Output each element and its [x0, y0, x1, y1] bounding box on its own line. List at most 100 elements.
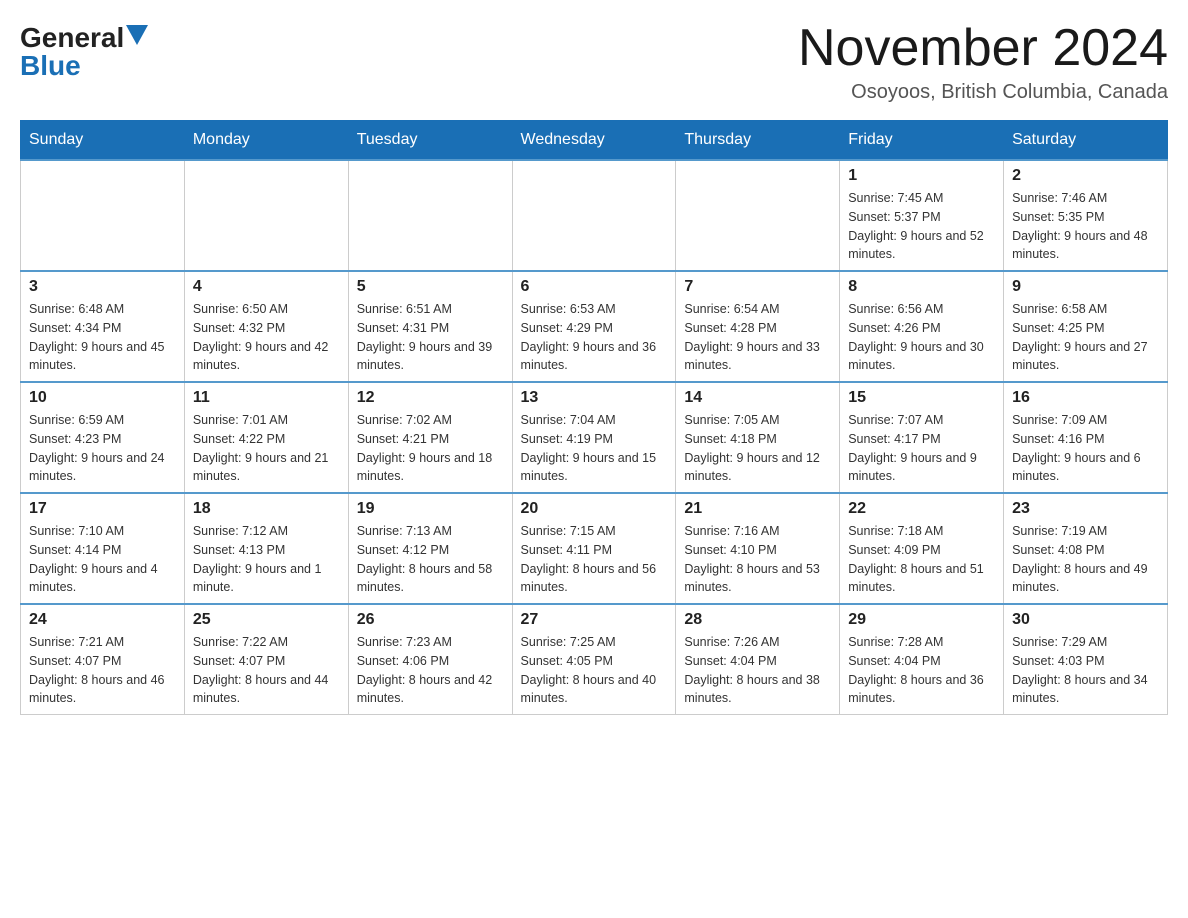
day-number: 7 [684, 278, 831, 296]
day-number: 11 [193, 389, 340, 407]
day-info: Sunrise: 7:19 AMSunset: 4:08 PMDaylight:… [1012, 522, 1159, 597]
day-number: 10 [29, 389, 176, 407]
day-number: 14 [684, 389, 831, 407]
day-info: Sunrise: 7:22 AMSunset: 4:07 PMDaylight:… [193, 633, 340, 708]
day-info: Sunrise: 7:21 AMSunset: 4:07 PMDaylight:… [29, 633, 176, 708]
day-number: 18 [193, 500, 340, 518]
calendar-cell: 12 Sunrise: 7:02 AMSunset: 4:21 PMDayligh… [348, 382, 512, 493]
day-info: Sunrise: 7:01 AMSunset: 4:22 PMDaylight:… [193, 411, 340, 486]
calendar-cell [348, 160, 512, 271]
day-number: 26 [357, 611, 504, 629]
calendar-week-row: 3 Sunrise: 6:48 AMSunset: 4:34 PMDaylight… [21, 271, 1168, 382]
day-number: 20 [521, 500, 668, 518]
calendar-cell: 19Sunrise: 7:13 AMSunset: 4:12 PMDayligh… [348, 493, 512, 604]
location: Osoyoos, British Columbia, Canada [798, 81, 1168, 104]
calendar-cell: 28 Sunrise: 7:26 AMSunset: 4:04 PMDayligh… [676, 604, 840, 715]
calendar-cell: 4 Sunrise: 6:50 AMSunset: 4:32 PMDaylight… [184, 271, 348, 382]
day-info: Sunrise: 7:29 AMSunset: 4:03 PMDaylight:… [1012, 633, 1159, 708]
day-info: Sunrise: 7:09 AMSunset: 4:16 PMDaylight:… [1012, 411, 1159, 486]
day-number: 21 [684, 500, 831, 518]
day-info: Sunrise: 7:15 AMSunset: 4:11 PMDaylight:… [521, 522, 668, 597]
calendar-cell: 11 Sunrise: 7:01 AMSunset: 4:22 PMDayligh… [184, 382, 348, 493]
calendar-week-row: 1 Sunrise: 7:45 AMSunset: 5:37 PMDaylight… [21, 160, 1168, 271]
day-info: Sunrise: 7:10 AMSunset: 4:14 PMDaylight:… [29, 522, 176, 597]
calendar-cell [676, 160, 840, 271]
logo-blue-text: Blue [20, 52, 81, 80]
day-number: 12 [357, 389, 504, 407]
page-header: General Blue November 2024 Osoyoos, Brit… [20, 20, 1168, 104]
day-number: 22 [848, 500, 995, 518]
day-info: Sunrise: 6:48 AMSunset: 4:34 PMDaylight:… [29, 300, 176, 375]
day-info: Sunrise: 7:25 AMSunset: 4:05 PMDaylight:… [521, 633, 668, 708]
calendar-cell: 22 Sunrise: 7:18 AMSunset: 4:09 PMDayligh… [840, 493, 1004, 604]
day-info: Sunrise: 7:46 AMSunset: 5:35 PMDaylight:… [1012, 189, 1159, 264]
day-number: 23 [1012, 500, 1159, 518]
calendar-cell: 17 Sunrise: 7:10 AMSunset: 4:14 PMDayligh… [21, 493, 185, 604]
calendar-cell: 1 Sunrise: 7:45 AMSunset: 5:37 PMDaylight… [840, 160, 1004, 271]
day-info: Sunrise: 7:18 AMSunset: 4:09 PMDaylight:… [848, 522, 995, 597]
calendar-cell: 27 Sunrise: 7:25 AMSunset: 4:05 PMDayligh… [512, 604, 676, 715]
day-info: Sunrise: 7:05 AMSunset: 4:18 PMDaylight:… [684, 411, 831, 486]
day-number: 6 [521, 278, 668, 296]
day-number: 4 [193, 278, 340, 296]
day-number: 24 [29, 611, 176, 629]
calendar-header-tuesday: Tuesday [348, 121, 512, 161]
day-info: Sunrise: 6:53 AMSunset: 4:29 PMDaylight:… [521, 300, 668, 375]
calendar-cell: 15Sunrise: 7:07 AMSunset: 4:17 PMDayligh… [840, 382, 1004, 493]
calendar-header-monday: Monday [184, 121, 348, 161]
calendar-header-friday: Friday [840, 121, 1004, 161]
day-number: 13 [521, 389, 668, 407]
day-number: 27 [521, 611, 668, 629]
calendar-cell: 13 Sunrise: 7:04 AMSunset: 4:19 PMDayligh… [512, 382, 676, 493]
calendar-cell: 30Sunrise: 7:29 AMSunset: 4:03 PMDayligh… [1004, 604, 1168, 715]
calendar-cell [184, 160, 348, 271]
day-info: Sunrise: 7:12 AMSunset: 4:13 PMDaylight:… [193, 522, 340, 597]
calendar-cell: 18 Sunrise: 7:12 AMSunset: 4:13 PMDayligh… [184, 493, 348, 604]
calendar-cell: 23 Sunrise: 7:19 AMSunset: 4:08 PMDayligh… [1004, 493, 1168, 604]
calendar-cell: 9Sunrise: 6:58 AMSunset: 4:25 PMDaylight… [1004, 271, 1168, 382]
calendar-cell: 20 Sunrise: 7:15 AMSunset: 4:11 PMDayligh… [512, 493, 676, 604]
calendar-header-row: SundayMondayTuesdayWednesdayThursdayFrid… [21, 121, 1168, 161]
day-number: 16 [1012, 389, 1159, 407]
day-info: Sunrise: 7:28 AMSunset: 4:04 PMDaylight:… [848, 633, 995, 708]
day-info: Sunrise: 6:56 AMSunset: 4:26 PMDaylight:… [848, 300, 995, 375]
calendar-cell: 14 Sunrise: 7:05 AMSunset: 4:18 PMDayligh… [676, 382, 840, 493]
day-info: Sunrise: 6:59 AMSunset: 4:23 PMDaylight:… [29, 411, 176, 486]
calendar-cell: 16 Sunrise: 7:09 AMSunset: 4:16 PMDayligh… [1004, 382, 1168, 493]
day-number: 1 [848, 167, 995, 185]
day-number: 15 [848, 389, 995, 407]
calendar-cell [512, 160, 676, 271]
calendar-cell: 2Sunrise: 7:46 AMSunset: 5:35 PMDaylight… [1004, 160, 1168, 271]
day-info: Sunrise: 6:50 AMSunset: 4:32 PMDaylight:… [193, 300, 340, 375]
calendar-cell: 6 Sunrise: 6:53 AMSunset: 4:29 PMDaylight… [512, 271, 676, 382]
calendar-header-thursday: Thursday [676, 121, 840, 161]
calendar-cell: 5Sunrise: 6:51 AMSunset: 4:31 PMDaylight… [348, 271, 512, 382]
logo-general-text: General [20, 24, 124, 52]
title-block: November 2024 Osoyoos, British Columbia,… [798, 20, 1168, 104]
day-number: 29 [848, 611, 995, 629]
calendar-cell: 10 Sunrise: 6:59 AMSunset: 4:23 PMDayligh… [21, 382, 185, 493]
day-info: Sunrise: 7:45 AMSunset: 5:37 PMDaylight:… [848, 189, 995, 264]
day-number: 17 [29, 500, 176, 518]
day-number: 19 [357, 500, 504, 518]
calendar-week-row: 17 Sunrise: 7:10 AMSunset: 4:14 PMDayligh… [21, 493, 1168, 604]
calendar-cell: 7 Sunrise: 6:54 AMSunset: 4:28 PMDaylight… [676, 271, 840, 382]
calendar-week-row: 10 Sunrise: 6:59 AMSunset: 4:23 PMDayligh… [21, 382, 1168, 493]
calendar-cell: 29 Sunrise: 7:28 AMSunset: 4:04 PMDayligh… [840, 604, 1004, 715]
calendar-cell [21, 160, 185, 271]
calendar-cell: 3 Sunrise: 6:48 AMSunset: 4:34 PMDaylight… [21, 271, 185, 382]
day-number: 9 [1012, 278, 1159, 296]
day-info: Sunrise: 7:23 AMSunset: 4:06 PMDaylight:… [357, 633, 504, 708]
calendar-cell: 26 Sunrise: 7:23 AMSunset: 4:06 PMDayligh… [348, 604, 512, 715]
day-info: Sunrise: 7:02 AMSunset: 4:21 PMDaylight:… [357, 411, 504, 486]
day-info: Sunrise: 6:54 AMSunset: 4:28 PMDaylight:… [684, 300, 831, 375]
calendar-header-saturday: Saturday [1004, 121, 1168, 161]
calendar-week-row: 24 Sunrise: 7:21 AMSunset: 4:07 PMDayligh… [21, 604, 1168, 715]
day-info: Sunrise: 7:04 AMSunset: 4:19 PMDaylight:… [521, 411, 668, 486]
calendar-table: SundayMondayTuesdayWednesdayThursdayFrid… [20, 120, 1168, 715]
day-info: Sunrise: 6:51 AMSunset: 4:31 PMDaylight:… [357, 300, 504, 375]
day-number: 28 [684, 611, 831, 629]
day-number: 8 [848, 278, 995, 296]
day-info: Sunrise: 7:26 AMSunset: 4:04 PMDaylight:… [684, 633, 831, 708]
day-number: 3 [29, 278, 176, 296]
